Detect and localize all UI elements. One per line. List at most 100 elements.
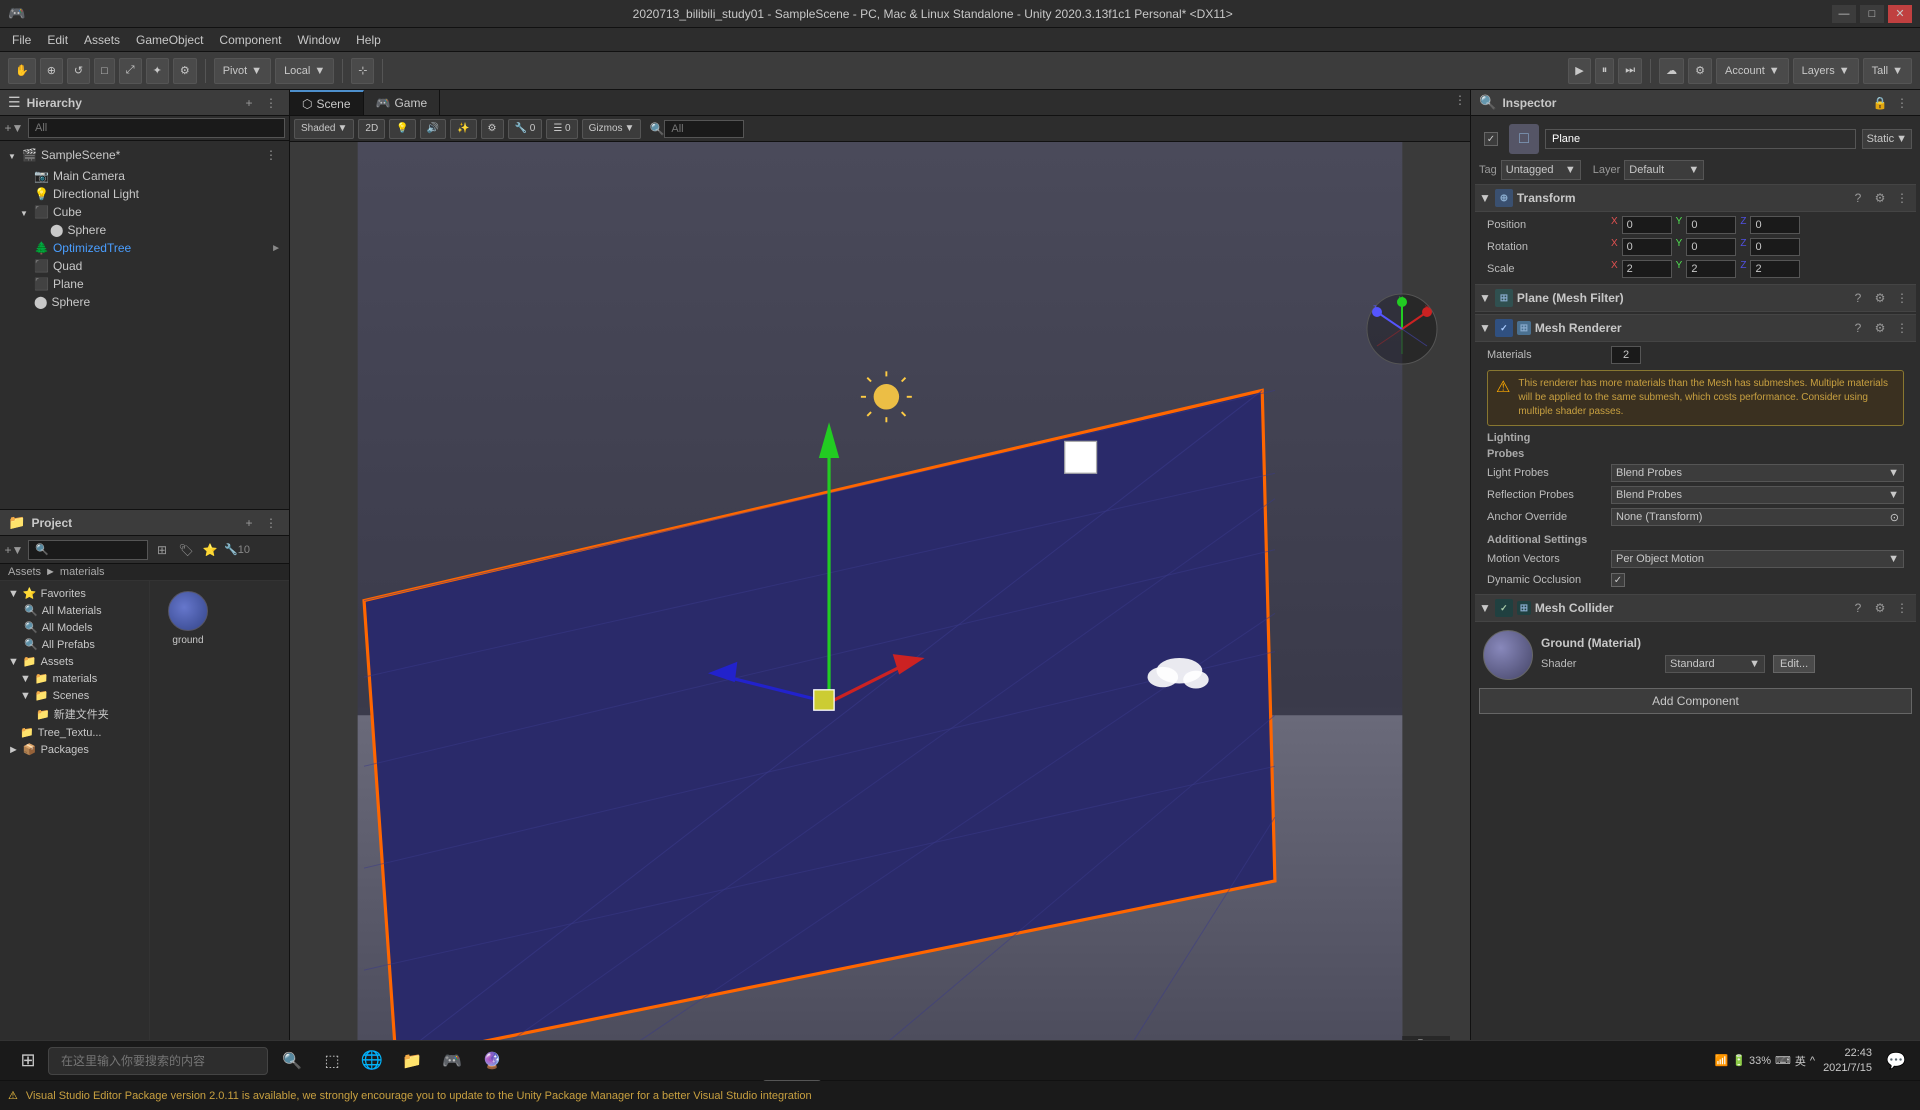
start-button[interactable]: ⊞: [8, 1041, 48, 1081]
project-all-materials[interactable]: 🔍 All Materials: [4, 602, 145, 619]
project-new-folder[interactable]: 📁 新建文件夹: [4, 704, 145, 724]
taskbar-icon-explorer[interactable]: 📁: [396, 1045, 428, 1077]
meshcollider-menu[interactable]: ⋮: [1892, 598, 1912, 618]
expand-cube[interactable]: [20, 205, 30, 219]
hierarchy-add-btn[interactable]: +▼: [4, 118, 24, 138]
scale-tool[interactable]: □: [94, 58, 115, 84]
project-add-btn[interactable]: +▼: [4, 540, 24, 560]
scene-panel-menu[interactable]: ⋮: [1450, 90, 1470, 110]
taskbar-icon-taskview[interactable]: ⬚: [316, 1045, 348, 1077]
object-name-input[interactable]: [1545, 129, 1856, 149]
meshcollider-enabled-cb[interactable]: ✓: [1495, 599, 1513, 617]
reflection-probes-dropdown[interactable]: Blend Probes ▼: [1611, 486, 1904, 504]
scale-z-input[interactable]: [1750, 260, 1800, 278]
component-transform[interactable]: ▼ ⊕ Transform ? ⚙ ⋮: [1475, 184, 1916, 212]
inspector-lock[interactable]: 🔒: [1870, 93, 1890, 113]
meshcollider-settings[interactable]: ⚙: [1870, 598, 1890, 618]
gizmos-dropdown[interactable]: Gizmos ▼: [582, 119, 642, 139]
tab-game[interactable]: 🎮 Game: [364, 90, 441, 115]
meshrenderer-help[interactable]: ?: [1848, 318, 1868, 338]
rot-y-input[interactable]: [1686, 238, 1736, 256]
shaded-dropdown[interactable]: Shaded ▼: [294, 119, 354, 139]
lighting-button[interactable]: 💡: [389, 119, 415, 139]
menu-assets[interactable]: Assets: [76, 31, 128, 49]
scene-count1[interactable]: 🔧 0: [508, 119, 543, 139]
tree-item-samplescene[interactable]: 🎬 SampleScene* ⋮: [0, 143, 289, 167]
component-meshcollider[interactable]: ▼ ✓ ⊞ Mesh Collider ? ⚙ ⋮: [1475, 594, 1916, 622]
custom-tool[interactable]: ⚙: [173, 58, 197, 84]
menu-help[interactable]: Help: [348, 31, 389, 49]
object-enabled-checkbox[interactable]: [1484, 132, 1498, 146]
hierarchy-search[interactable]: [28, 118, 285, 138]
layer-dropdown[interactable]: Default ▼: [1624, 160, 1704, 180]
audio-button[interactable]: 🔊: [420, 119, 446, 139]
project-search[interactable]: [28, 540, 148, 560]
tree-item-optimizedtree[interactable]: 🌲 OptimizedTree ►: [0, 239, 289, 257]
gizmo-widget[interactable]: y x z: [1365, 292, 1440, 367]
meshrenderer-enabled-cb[interactable]: ✓: [1495, 319, 1513, 337]
menu-window[interactable]: Window: [289, 31, 348, 49]
rot-x-input[interactable]: [1622, 238, 1672, 256]
scale-y-input[interactable]: [1686, 260, 1736, 278]
maximize-button[interactable]: □: [1860, 5, 1884, 23]
scene-viewport[interactable]: y x z ◄Persp: [290, 142, 1470, 1072]
close-button[interactable]: ✕: [1888, 5, 1912, 23]
project-menu[interactable]: ⋮: [261, 513, 281, 533]
light-probes-dropdown[interactable]: Blend Probes ▼: [1611, 464, 1904, 482]
motion-vectors-dropdown[interactable]: Per Object Motion ▼: [1611, 550, 1904, 568]
taskbar-icon-game1[interactable]: 🎮: [436, 1045, 468, 1077]
pause-button[interactable]: ⏸: [1595, 58, 1615, 84]
layout-dropdown[interactable]: Tall ▼: [1863, 58, 1912, 84]
notification-button[interactable]: 💬: [1880, 1045, 1912, 1077]
add-component-button[interactable]: Add Component: [1479, 688, 1912, 714]
path-materials[interactable]: materials: [60, 566, 105, 578]
meshrenderer-settings[interactable]: ⚙: [1870, 318, 1890, 338]
account-dropdown[interactable]: Account ▼: [1716, 58, 1789, 84]
collab-button[interactable]: ☁: [1659, 58, 1684, 84]
inspector-menu[interactable]: ⋮: [1892, 93, 1912, 113]
meshfilter-menu[interactable]: ⋮: [1892, 288, 1912, 308]
project-filter1[interactable]: ⊞: [152, 540, 172, 560]
project-filter2[interactable]: 🏷: [176, 540, 196, 560]
tree-item-dirlight[interactable]: 💡 Directional Light: [0, 185, 289, 203]
project-assets[interactable]: ▼ 📁 Assets: [4, 653, 145, 670]
project-packages[interactable]: ► 📦 Packages: [4, 741, 145, 758]
project-file-ground[interactable]: ground: [158, 589, 218, 648]
static-dropdown[interactable]: Static ▼: [1862, 129, 1912, 149]
optimizedtree-arrow[interactable]: ►: [271, 243, 281, 254]
scene-search[interactable]: [664, 120, 744, 138]
rotate-tool[interactable]: ↺: [67, 58, 90, 84]
tree-item-sphere1[interactable]: ⬤ Sphere: [0, 221, 289, 239]
play-button[interactable]: ▶: [1568, 58, 1590, 84]
tag-dropdown[interactable]: Untagged ▼: [1501, 160, 1581, 180]
component-meshrenderer[interactable]: ▼ ✓ ⊞ Mesh Renderer ? ⚙ ⋮: [1475, 314, 1916, 342]
anchor-override-value[interactable]: None (Transform) ⊙: [1611, 508, 1904, 526]
pivot-dropdown[interactable]: Pivot ▼: [214, 58, 271, 84]
2d-button[interactable]: 2D: [358, 119, 385, 139]
step-button[interactable]: ⏭: [1618, 58, 1642, 84]
tree-item-plane[interactable]: ⬛ Plane: [0, 275, 289, 293]
transform-settings[interactable]: ⚙: [1870, 188, 1890, 208]
transform-tool[interactable]: ✦: [146, 58, 169, 84]
hand-tool[interactable]: ✋: [8, 58, 36, 84]
hierarchy-menu[interactable]: ⋮: [261, 93, 281, 113]
tree-item-cube[interactable]: ⬛ Cube: [0, 203, 289, 221]
tree-item-maincamera[interactable]: 📷 Main Camera: [0, 167, 289, 185]
tree-item-quad[interactable]: ⬛ Quad: [0, 257, 289, 275]
rot-z-input[interactable]: [1750, 238, 1800, 256]
menu-component[interactable]: Component: [211, 31, 289, 49]
expand-samplescene[interactable]: [8, 148, 18, 162]
local-dropdown[interactable]: Local ▼: [275, 58, 334, 84]
hierarchy-add[interactable]: +: [239, 93, 259, 113]
move-tool[interactable]: ⊕: [40, 58, 63, 84]
shader-dropdown[interactable]: Standard ▼: [1665, 655, 1765, 673]
edit-shader-button[interactable]: Edit...: [1773, 655, 1815, 673]
menu-edit[interactable]: Edit: [39, 31, 76, 49]
path-assets[interactable]: Assets: [8, 566, 41, 578]
meshrenderer-menu[interactable]: ⋮: [1892, 318, 1912, 338]
scale-x-input[interactable]: [1622, 260, 1672, 278]
rect-tool[interactable]: ⤢: [119, 58, 142, 84]
scene-settings[interactable]: ⚙: [481, 119, 504, 139]
project-favorites[interactable]: ▼ ⭐ Favorites: [4, 585, 145, 602]
taskbar-icon-edge[interactable]: 🌐: [356, 1045, 388, 1077]
